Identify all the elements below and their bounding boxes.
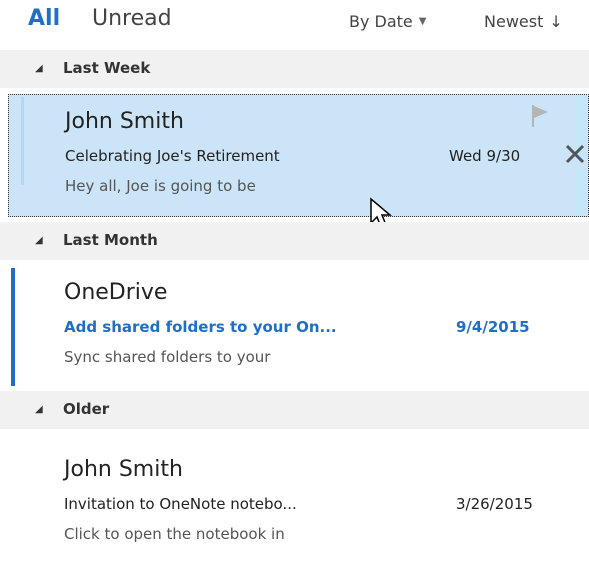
- message-item-unread[interactable]: OneDrive Add shared folders to your On..…: [0, 268, 589, 386]
- message-sender: OneDrive: [64, 280, 168, 305]
- message-preview: Sync shared folders to your: [64, 348, 271, 366]
- collapse-triangle-icon: ◢: [35, 235, 43, 246]
- sort-by-dropdown[interactable]: By Date ▼: [349, 12, 426, 31]
- flag-icon[interactable]: [529, 103, 551, 129]
- message-date: 3/26/2015: [456, 495, 533, 513]
- sort-order-label: Newest: [484, 12, 544, 31]
- collapse-triangle-icon: ◢: [35, 63, 43, 74]
- group-title: Last Week: [63, 59, 151, 77]
- delete-icon[interactable]: [564, 143, 586, 165]
- filter-bar: All Unread By Date ▼ Newest ↓: [0, 0, 589, 44]
- group-title: Older: [63, 400, 110, 418]
- message-date: 9/4/2015: [456, 318, 530, 336]
- message-subject: Celebrating Joe's Retirement: [65, 147, 280, 165]
- message-preview: Click to open the notebook in: [64, 525, 285, 543]
- message-subject: Add shared folders to your On...: [64, 318, 337, 336]
- message-preview: Hey all, Joe is going to be: [65, 177, 256, 195]
- message-item[interactable]: John Smith Invitation to OneNote notebo.…: [0, 437, 589, 557]
- group-header-last-week[interactable]: ◢ Last Week: [0, 50, 589, 88]
- message-date: Wed 9/30: [449, 147, 521, 165]
- sort-order-toggle[interactable]: Newest ↓: [484, 12, 563, 31]
- filter-all-tab[interactable]: All: [28, 6, 60, 31]
- sort-by-label: By Date: [349, 12, 413, 31]
- message-sender: John Smith: [65, 109, 184, 134]
- caret-down-icon: ▼: [418, 16, 427, 27]
- group-header-older[interactable]: ◢ Older: [0, 391, 589, 429]
- unread-indicator: [11, 268, 15, 386]
- group-title: Last Month: [63, 231, 158, 249]
- message-subject: Invitation to OneNote notebo...: [64, 495, 297, 513]
- selection-indicator: [21, 97, 24, 185]
- message-sender: John Smith: [64, 457, 183, 482]
- group-header-last-month[interactable]: ◢ Last Month: [0, 222, 589, 260]
- filter-unread-tab[interactable]: Unread: [92, 6, 172, 31]
- arrow-down-icon: ↓: [549, 12, 563, 31]
- message-item-selected[interactable]: John Smith Celebrating Joe's Retirement …: [8, 94, 589, 228]
- collapse-triangle-icon: ◢: [35, 404, 43, 415]
